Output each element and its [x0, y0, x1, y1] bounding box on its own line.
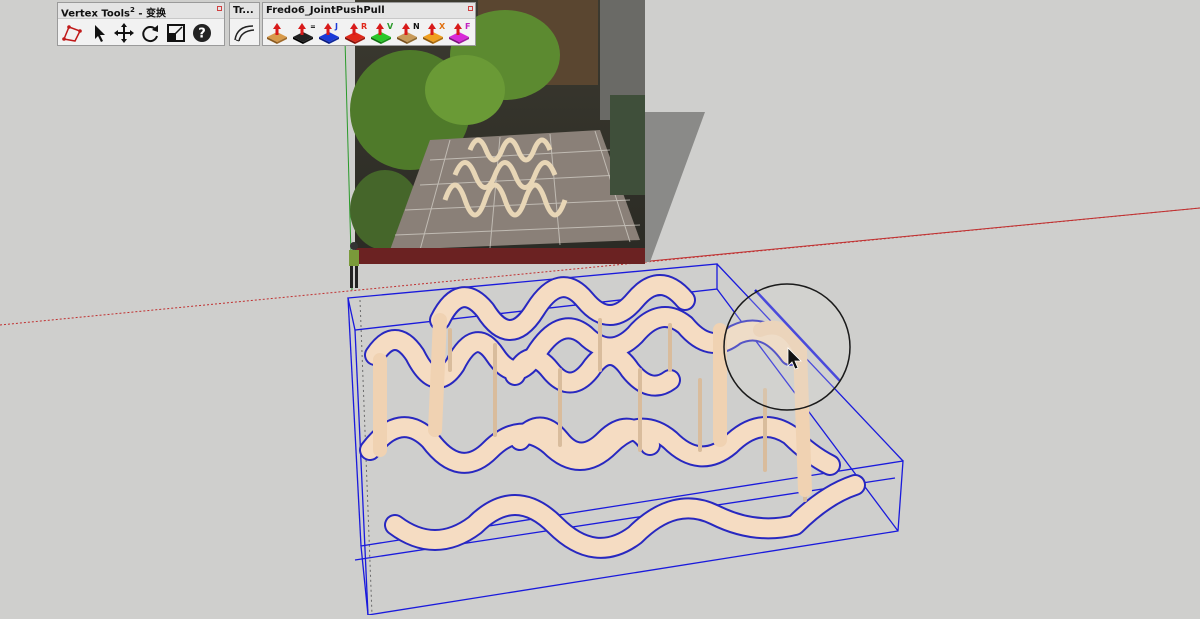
vertex-tools-toolbar: Vertex Tools2 - 变换 ?: [57, 2, 225, 46]
tr-toolbar: Tr...: [229, 2, 260, 46]
help-button[interactable]: ?: [190, 21, 214, 45]
cursor-highlight-ring: [723, 283, 851, 411]
toolbar-title: Fredo6_JointPushPull: [263, 3, 475, 19]
rotate-icon: [142, 25, 158, 43]
move-icon: [114, 23, 134, 43]
curve-tool-icon: [234, 25, 255, 42]
help-icon: ?: [193, 24, 211, 42]
move-button[interactable]: [112, 21, 136, 45]
select-button[interactable]: [86, 21, 110, 45]
joint-pushpull-j-icon: J: [319, 22, 339, 44]
curve-tool-button[interactable]: [232, 21, 256, 45]
svg-text:?: ?: [198, 27, 206, 42]
vertex-select-button[interactable]: [60, 21, 84, 45]
close-icon[interactable]: [468, 6, 473, 11]
close-icon[interactable]: [217, 6, 222, 11]
joint-pushpull-r-icon: R: [345, 22, 367, 44]
joint-pushpull-equal-icon: =: [293, 22, 315, 44]
joint-pushpull-v-button[interactable]: V: [369, 21, 393, 45]
joint-pushpull-icon: [267, 23, 287, 44]
svg-text:R: R: [361, 22, 367, 31]
toolbar-title: Tr...: [230, 3, 259, 19]
scene-canvas[interactable]: [0, 0, 1200, 616]
scale-button[interactable]: [164, 21, 188, 45]
svg-text:N: N: [413, 22, 419, 31]
joint-pushpull-f-icon: F: [449, 22, 470, 44]
joint-pushpull-toolbar: Fredo6_JointPushPull = J R V N X F: [262, 2, 476, 46]
joint-pushpull-equal-button[interactable]: =: [291, 21, 315, 45]
joint-pushpull-n-button[interactable]: N: [395, 21, 419, 45]
joint-pushpull-n-icon: N: [397, 22, 419, 44]
3d-viewport[interactable]: [0, 0, 1200, 616]
svg-text:=: =: [310, 22, 315, 31]
joint-pushpull-x-icon: X: [423, 22, 445, 44]
red-axis-solid: [639, 207, 1200, 263]
svg-text:F: F: [465, 22, 470, 31]
scale-icon: [167, 24, 185, 42]
svg-text:X: X: [439, 22, 445, 31]
joint-pushpull-button[interactable]: [265, 21, 289, 45]
pointer-arrow-icon: [95, 25, 105, 42]
rotate-button[interactable]: [138, 21, 162, 45]
joint-pushpull-x-button[interactable]: X: [421, 21, 445, 45]
toolbar-title: Vertex Tools2 - 变换: [58, 3, 224, 19]
joint-pushpull-r-button[interactable]: R: [343, 21, 367, 45]
joint-pushpull-j-button[interactable]: J: [317, 21, 341, 45]
svg-text:J: J: [334, 22, 338, 31]
joint-pushpull-v-icon: V: [371, 22, 393, 44]
svg-text:V: V: [387, 22, 393, 31]
joint-pushpull-f-button[interactable]: F: [447, 21, 471, 45]
vertex-select-icon: [62, 25, 82, 42]
